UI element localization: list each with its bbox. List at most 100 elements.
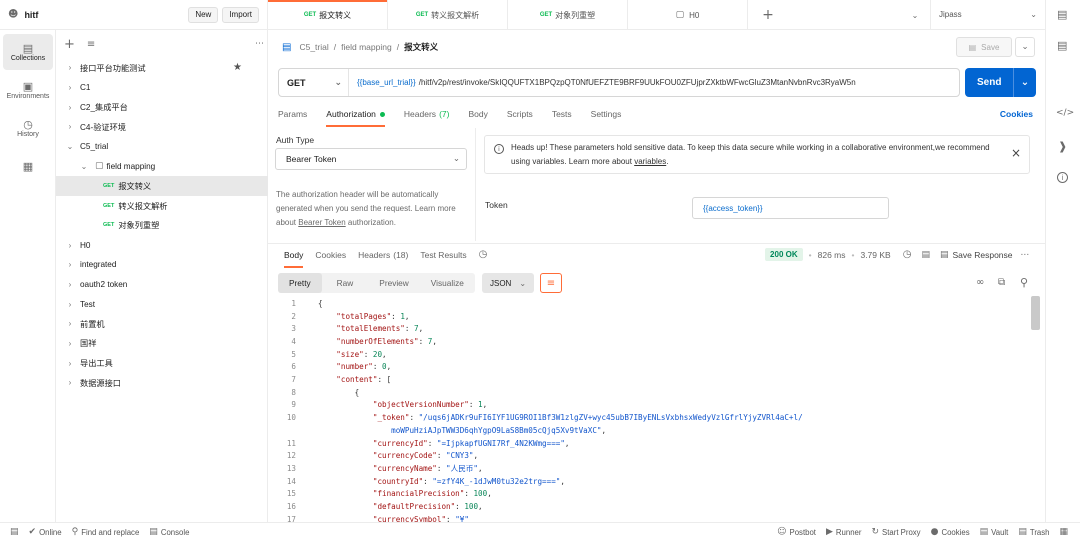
code-token: : [404,324,415,334]
star-icon[interactable]: ★ [233,62,242,73]
environment-selector[interactable]: Jipass ⌄ [930,0,1045,30]
collection-item[interactable]: › 导出工具 [56,353,268,373]
layout-button[interactable]: ▦ [1059,527,1068,537]
response-tab-test-results[interactable]: Test Results [420,245,466,265]
tab-request[interactable]: GET 对象列重塑 [508,0,628,30]
more-icon[interactable]: ⋯ [255,39,264,49]
collection-item[interactable]: › 接口平台功能测试 ★ [56,58,268,78]
history-icon[interactable]: ◷ [479,249,488,260]
response-tab-headers[interactable]: Headers (18) [358,245,408,265]
save-options-button[interactable]: ⌄ [1015,37,1035,57]
code-icon[interactable]: </> [1056,108,1074,118]
breadcrumb-collection[interactable]: C5_trial [299,42,328,52]
runner-button[interactable]: ▶ Runner [826,527,862,537]
close-icon[interactable]: × [1011,146,1021,160]
collection-item[interactable]: › C1 [56,78,268,98]
code-token: : [ [377,375,392,385]
tab-request[interactable]: GET 转义报文解析 [388,0,508,30]
save-button[interactable]: ▤ Save [956,37,1012,57]
scrollbar[interactable] [1031,296,1040,330]
cookies-button[interactable]: ● Cookies [931,527,970,537]
workspace-name[interactable]: hitf [24,10,38,20]
rail-history[interactable]: ◷ History [3,110,53,146]
tab-authorization[interactable]: Authorization [326,104,385,127]
folder-item[interactable]: ⌄ ▢ field mapping [56,156,268,176]
console-icon: ▤ [149,527,158,537]
filter-icon[interactable]: ≡ [87,39,95,50]
new-button[interactable]: New [188,6,219,23]
link-icon[interactable]: ∞ [976,277,984,288]
tab-tests[interactable]: Tests [552,104,572,124]
auth-type-select[interactable]: Bearer Token ⌄ [275,148,467,170]
globe-icon[interactable]: ◷ [903,249,912,260]
collection-item[interactable]: › 数据源接口 [56,373,268,393]
rail-apps[interactable]: ▦ [3,148,53,184]
tab-params[interactable]: Params [278,104,307,124]
code-token: "currencySymbol" [372,514,447,522]
postbot-button[interactable]: ☺ Postbot [777,527,816,537]
request-item[interactable]: GET 对象列重塑 [56,216,268,236]
tabs-overflow-button[interactable]: ⌄ [900,0,930,30]
rail-collections[interactable]: ▤ Collections [3,34,53,70]
tab-settings[interactable]: Settings [591,104,622,124]
save-response-button[interactable]: Save Response [952,250,1012,260]
collection-item[interactable]: › 国祥 [56,334,268,354]
format-visualize[interactable]: Visualize [420,273,475,293]
docs-icon[interactable]: ▤ [1057,8,1067,21]
method-select[interactable]: GET ⌄ [279,69,349,96]
collection-item[interactable]: › Test [56,294,268,314]
tab-headers[interactable]: Headers (7) [404,104,450,124]
search-icon[interactable]: ⚲ [1020,276,1028,289]
response-tab-body[interactable]: Body [284,245,304,268]
language-select[interactable]: JSON ⌄ [482,273,534,293]
cookies-link[interactable]: Cookies [1000,109,1033,119]
collection-item[interactable]: ⌄ C5_trial [56,137,268,157]
send-button[interactable]: Send ⌄ [965,68,1036,97]
collection-item[interactable]: › integrated [56,255,268,275]
code-token: "=IjpkapfUGNI7Rf_4N2KWmg===" [436,438,565,448]
collection-item[interactable]: › 前置机 [56,314,268,334]
collection-item[interactable]: › C2_集成平台 [56,97,268,117]
tab-request[interactable]: ▢ H0 [628,0,748,30]
comments-icon[interactable]: ❱ [1058,140,1067,153]
response-tab-cookies[interactable]: Cookies [315,245,346,265]
format-preview[interactable]: Preview [368,273,420,293]
bearer-token-link[interactable]: Bearer Token [298,218,345,227]
tab-scripts[interactable]: Scripts [507,104,533,124]
format-pretty[interactable]: Pretty [278,273,322,293]
variables-link[interactable]: variables [634,157,666,166]
online-status[interactable]: ✔ Online [29,527,62,537]
tab-body[interactable]: Body [468,104,487,124]
token-input[interactable]: {{access_token}} [692,197,889,219]
console-button[interactable]: ▤ Console [149,527,189,537]
settings-icon[interactable]: ▤ [1057,39,1067,52]
plus-icon[interactable]: + [64,37,75,52]
info-icon[interactable]: i [1057,172,1068,183]
breadcrumb-current[interactable]: 报文转义 [404,41,438,53]
collection-item[interactable]: › oauth2 token [56,275,268,295]
find-replace[interactable]: ⚲ Find and replace [72,527,140,537]
chevron-down-icon[interactable]: ⌄ [1014,77,1036,88]
copy-icon[interactable]: ⧉ [998,277,1005,288]
code-token: "size" [336,349,364,359]
collection-item[interactable]: › H0 [56,235,268,255]
request-item[interactable]: GET 转义报文解析 [56,196,268,216]
sidebar-toggle[interactable]: ▤ [10,527,19,537]
example-icon[interactable]: ▤ [921,250,930,260]
more-icon[interactable]: ⋯ [1021,250,1030,260]
request-item[interactable]: GET 报文转义 [56,176,268,196]
trash-button[interactable]: ▤ Trash [1018,527,1049,537]
import-button[interactable]: Import [222,6,259,23]
breadcrumb-folder[interactable]: field mapping [341,42,392,52]
format-raw[interactable]: Raw [322,273,369,293]
new-tab-button[interactable]: + [748,0,788,30]
rail-environments[interactable]: ▣ Environments [3,72,53,108]
start-proxy-button[interactable]: ↻ Start Proxy [871,527,920,537]
tab-request[interactable]: GET 报文转义 [268,0,388,30]
url-input[interactable]: {{base_url_trial}}/hitf/v2p/rest/invoke/… [349,78,959,87]
collections-sidebar: + ≡ ⋯ › 接口平台功能测试 ★ › C1 › C2_集成平台 › C4-验证环境 ⌄… [56,30,268,522]
beautify-button[interactable]: ≡ [540,273,562,293]
collection-item[interactable]: › C4-验证环境 [56,117,268,137]
vault-button[interactable]: ▤ Vault [980,527,1009,537]
